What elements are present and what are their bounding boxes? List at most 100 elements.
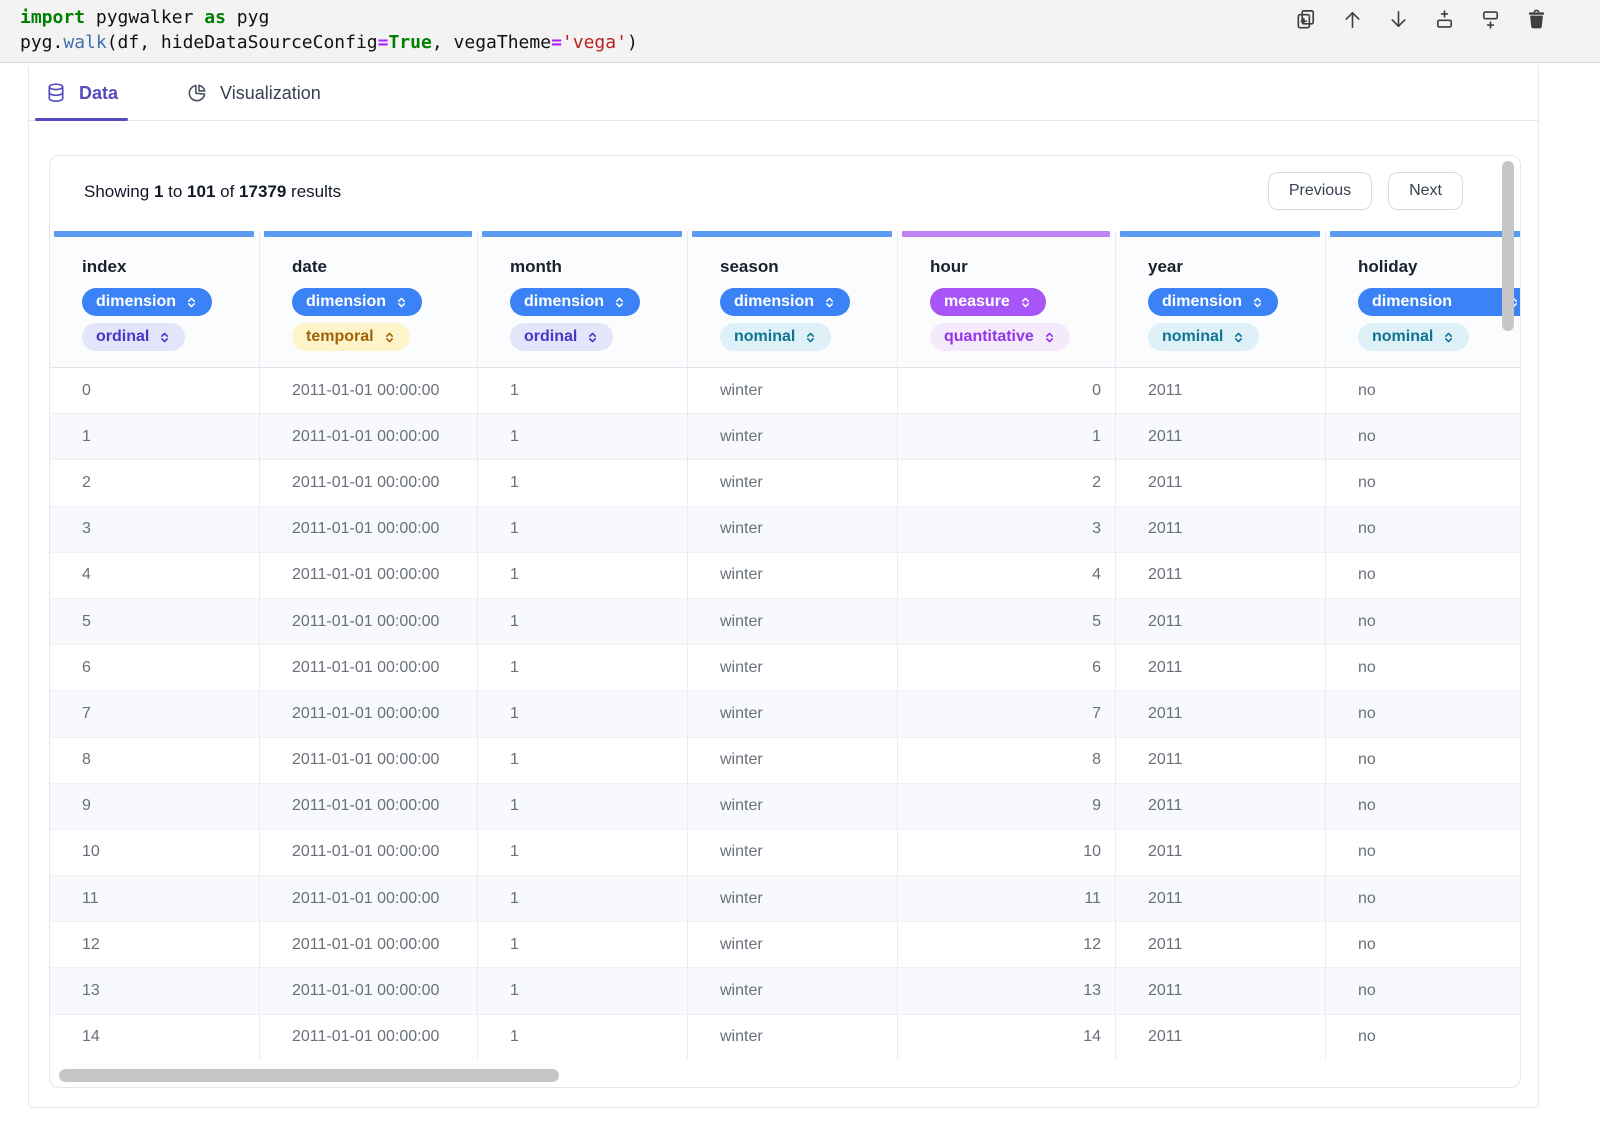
role-badge-label: measure — [944, 293, 1010, 310]
cell-year: 2011 — [1116, 783, 1326, 829]
column-header-date: date dimension temporal — [260, 231, 478, 367]
table-row: 10 2011-01-01 00:00:00 1 winter 10 2011 no — [50, 829, 1520, 877]
code-editor-content[interactable]: import pygwalker as pyg pyg.walk(df, hide… — [20, 5, 638, 55]
cell-index: 0 — [50, 368, 260, 414]
season-role-badge[interactable]: dimension — [720, 288, 851, 316]
cell-hour: 1 — [898, 414, 1116, 460]
cell-season: winter — [688, 922, 898, 968]
cell-year: 2011 — [1116, 506, 1326, 552]
code-token-plain: , vegaTheme — [431, 32, 552, 53]
chevron-up-down-icon — [586, 331, 599, 344]
code-token-operator: = — [551, 32, 562, 53]
next-button[interactable]: Next — [1388, 172, 1463, 210]
cell-holiday: no — [1326, 460, 1520, 505]
cell-hour: 5 — [898, 598, 1116, 645]
database-icon — [45, 82, 67, 104]
cell-holiday: no — [1326, 1015, 1520, 1059]
index-role-badge[interactable]: dimension — [82, 288, 213, 316]
cell-holiday: no — [1326, 738, 1520, 783]
column-accent-bar — [482, 231, 682, 237]
cell-hour: 8 — [898, 737, 1116, 783]
cell-hour: 6 — [898, 645, 1116, 691]
insert-cell-above-icon[interactable] — [1432, 7, 1456, 31]
results-text: of — [215, 182, 240, 201]
month-type-badge[interactable]: ordinal — [510, 323, 614, 351]
cell-month: 1 — [478, 460, 688, 506]
cell-holiday: no — [1326, 553, 1520, 598]
hour-type-badge[interactable]: quantitative — [930, 323, 1070, 351]
role-badge-label: dimension — [306, 293, 387, 310]
role-badge-label: dimension — [1372, 293, 1453, 310]
table-row: 7 2011-01-01 00:00:00 1 winter 7 2011 no — [50, 691, 1520, 738]
cell-season: winter — [688, 506, 898, 552]
year-type-badge[interactable]: nominal — [1148, 323, 1260, 351]
cell-holiday: no — [1326, 968, 1520, 1013]
cell-date: 2011-01-01 00:00:00 — [260, 876, 478, 922]
delete-cell-icon[interactable] — [1524, 7, 1548, 31]
holiday-type-badge[interactable]: nominal — [1358, 323, 1470, 351]
duplicate-cell-icon[interactable] — [1294, 7, 1318, 31]
cell-year: 2011 — [1116, 598, 1326, 645]
cell-date: 2011-01-01 00:00:00 — [260, 645, 478, 691]
date-role-badge[interactable]: dimension — [292, 288, 423, 316]
index-type-badge[interactable]: ordinal — [82, 323, 186, 351]
tab-data[interactable]: Data — [35, 66, 129, 121]
cell-hour: 4 — [898, 552, 1116, 598]
table-row: 8 2011-01-01 00:00:00 1 winter 8 2011 no — [50, 737, 1520, 784]
tab-visualization[interactable]: Visualization — [176, 66, 331, 120]
results-number: 101 — [187, 182, 216, 201]
column-accent-bar — [1330, 231, 1520, 237]
cell-date: 2011-01-01 00:00:00 — [260, 1014, 478, 1059]
move-cell-up-icon[interactable] — [1340, 7, 1364, 31]
date-type-badge[interactable]: temporal — [292, 323, 410, 351]
column-name: index — [82, 257, 127, 276]
cell-date: 2011-01-01 00:00:00 — [260, 552, 478, 598]
holiday-role-badge[interactable]: dimension — [1358, 288, 1520, 316]
cell-hour: 14 — [898, 1014, 1116, 1059]
column-header-month: month dimension ordinal — [478, 231, 688, 367]
column-accent-bar — [692, 231, 892, 237]
cell-toolbar — [1294, 7, 1548, 31]
cell-date: 2011-01-01 00:00:00 — [260, 598, 478, 645]
cell-month: 1 — [478, 645, 688, 691]
type-badge-label: ordinal — [96, 328, 150, 345]
chevron-up-down-icon — [1043, 331, 1056, 344]
table-row: 6 2011-01-01 00:00:00 1 winter 6 2011 no — [50, 645, 1520, 692]
table-row: 13 2011-01-01 00:00:00 1 winter 13 2011 no — [50, 968, 1520, 1015]
horizontal-scrollbar-thumb[interactable] — [59, 1069, 559, 1082]
move-cell-down-icon[interactable] — [1386, 7, 1410, 31]
cell-hour: 10 — [898, 829, 1116, 876]
hour-role-badge[interactable]: measure — [930, 288, 1046, 316]
cell-month: 1 — [478, 414, 688, 460]
chevron-up-down-icon — [1232, 331, 1245, 344]
table-row: 9 2011-01-01 00:00:00 1 winter 9 2011 no — [50, 783, 1520, 830]
cell-month: 1 — [478, 783, 688, 829]
tab-label: Data — [79, 82, 119, 103]
cell-month: 1 — [478, 691, 688, 737]
column-name: season — [720, 257, 779, 276]
code-token-keyword: import — [20, 7, 86, 28]
chevron-up-down-icon — [804, 331, 817, 344]
cell-season: winter — [688, 460, 898, 506]
type-badge-label: quantitative — [944, 328, 1034, 345]
cell-hour: 9 — [898, 783, 1116, 829]
code-token-plain: ) — [626, 32, 638, 53]
year-role-badge[interactable]: dimension — [1148, 288, 1279, 316]
cell-month: 1 — [478, 876, 688, 922]
cell-index: 4 — [50, 552, 260, 598]
insert-cell-below-icon[interactable] — [1478, 7, 1502, 31]
previous-button[interactable]: Previous — [1267, 172, 1373, 210]
code-token-plain: pyg. — [20, 32, 64, 53]
season-type-badge[interactable]: nominal — [720, 323, 832, 351]
vertical-scrollbar-thumb[interactable] — [1502, 161, 1514, 331]
month-role-badge[interactable]: dimension — [510, 288, 641, 316]
code-cell[interactable]: import pygwalker as pyg pyg.walk(df, hide… — [0, 0, 1600, 63]
chevron-up-down-icon — [185, 296, 198, 309]
cell-season: winter — [688, 368, 898, 414]
cell-index: 1 — [50, 414, 260, 460]
data-table: index dimension ordinal date dimension tempor… — [50, 231, 1520, 1059]
column-header-index: index dimension ordinal — [50, 231, 260, 367]
table-row: 4 2011-01-01 00:00:00 1 winter 4 2011 no — [50, 552, 1520, 599]
cell-season: winter — [688, 552, 898, 598]
column-header-year: year dimension nominal — [1116, 231, 1326, 367]
